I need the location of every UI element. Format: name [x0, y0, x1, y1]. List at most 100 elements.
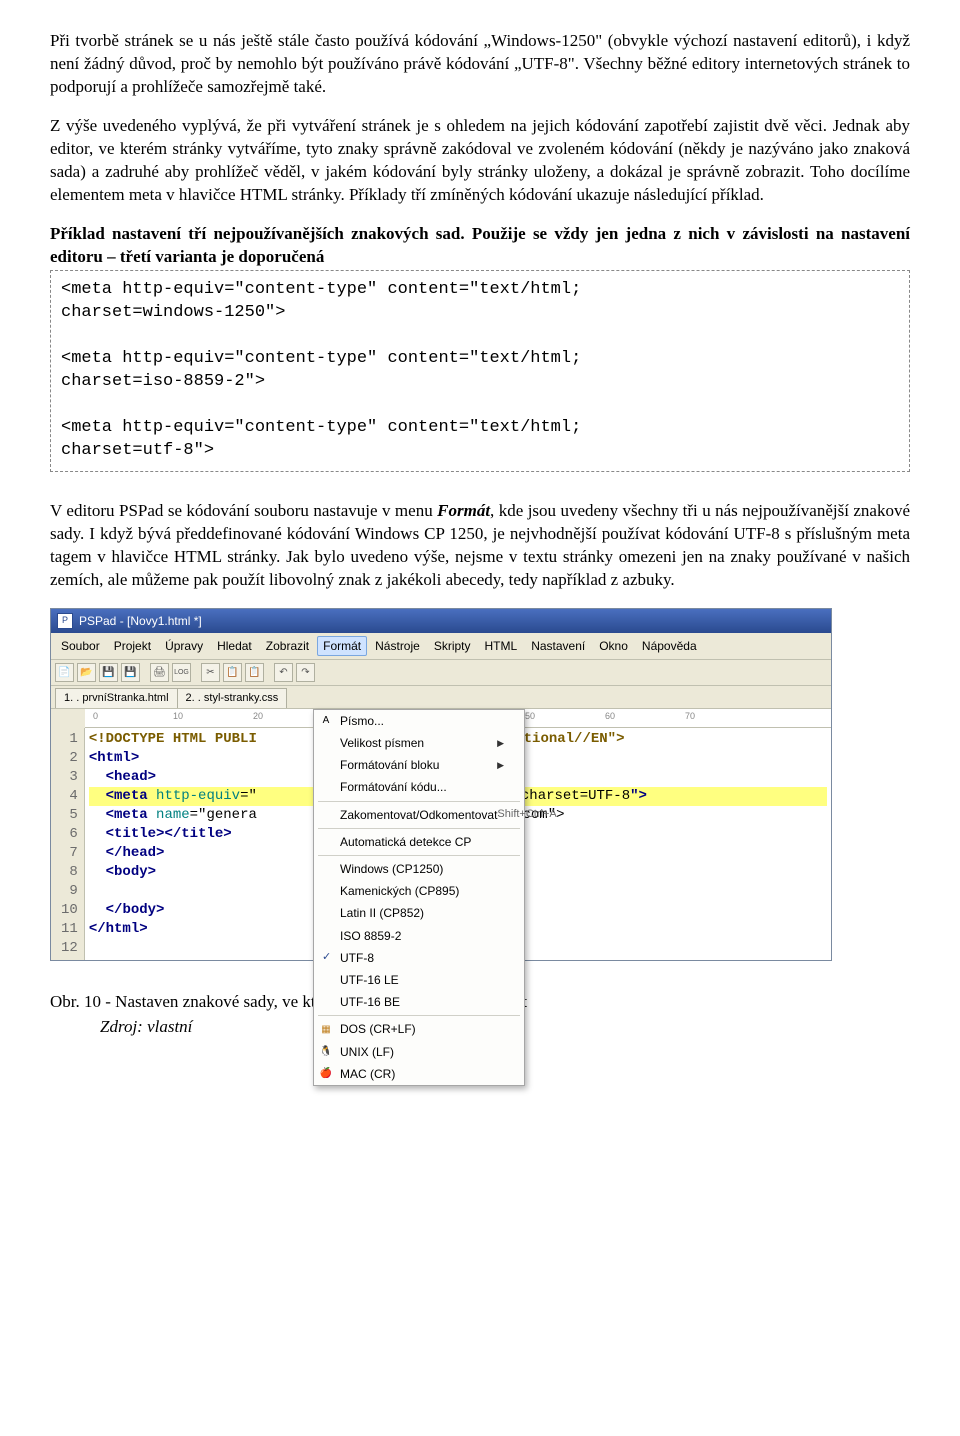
window-title: PSPad - [Novy1.html *] — [79, 613, 202, 629]
l4b: meta — [114, 788, 156, 804]
l7c: > — [156, 845, 164, 861]
paragraph-1: Při tvorbě stránek se u nás ještě stále … — [50, 30, 910, 99]
menu-separator — [318, 855, 520, 856]
paragraph-2: Z výše uvedeného vyplývá, že při vytváře… — [50, 115, 910, 207]
l10b: body — [122, 902, 156, 918]
line-gutter: 123456789101112 — [51, 728, 85, 960]
l3c: > — [148, 769, 156, 785]
tb-log-icon[interactable]: LOG — [172, 663, 191, 682]
para3-b-format: Formát — [437, 501, 490, 520]
menu-bar: Soubor Projekt Úpravy Hledat Zobrazit Fo… — [51, 633, 831, 660]
dd-mac[interactable]: 🍎MAC (CR) — [314, 1063, 524, 1085]
dd-utf16le[interactable]: UTF-16 LE — [314, 969, 524, 991]
dd-comment[interactable]: Zakomentovat/OdkomentovatShift+Ctrl+A — [314, 804, 524, 826]
tb-redo-icon[interactable]: ↷ — [296, 663, 315, 682]
toolbar-1: 📄 📂 💾 💾 🖨 LOG ✂ 📋 📋 ↶ ↷ — [51, 660, 831, 686]
unix-icon: 🐧 — [319, 1045, 333, 1059]
mac-icon: 🍎 — [319, 1067, 333, 1081]
menu-napoveda[interactable]: Nápověda — [636, 636, 703, 656]
paragraph-3: V editoru PSPad se kódování souboru nast… — [50, 500, 910, 592]
dd-cp852[interactable]: Latin II (CP852) — [314, 902, 524, 924]
tb-paste-icon[interactable]: 📋 — [245, 663, 264, 682]
code-block-2: <meta http-equiv="content-type" content=… — [61, 349, 581, 391]
app-icon: P — [57, 613, 73, 629]
submenu-arrow-icon: ▶ — [497, 759, 504, 771]
l4d: =" — [240, 788, 257, 804]
l7a: </ — [106, 845, 123, 861]
l6d: title — [181, 826, 223, 842]
l6e: > — [223, 826, 231, 842]
para3-a: V editoru PSPad se kódování souboru nast… — [50, 501, 437, 520]
menu-projekt[interactable]: Projekt — [108, 636, 157, 656]
menu-upravy[interactable]: Úpravy — [159, 636, 209, 656]
dd-utf8[interactable]: UTF-8 — [314, 947, 524, 969]
menu-zobrazit[interactable]: Zobrazit — [260, 636, 315, 656]
dd-cp1250[interactable]: Windows (CP1250) — [314, 858, 524, 880]
l8b: body — [114, 864, 148, 880]
dos-icon: ▦ — [319, 1022, 333, 1036]
format-dropdown-menu: APísmo... Velikost písmen▶ Formátování b… — [313, 709, 525, 1086]
l5d: ="genera — [190, 807, 257, 823]
l6c: ></ — [156, 826, 181, 842]
file-tab-1[interactable]: 1. . prvníStranka.html — [55, 688, 178, 708]
tb-new-icon[interactable]: 📄 — [55, 663, 74, 682]
menu-format[interactable]: Formát — [317, 636, 367, 656]
menu-soubor[interactable]: Soubor — [55, 636, 106, 656]
l3b: head — [114, 769, 148, 785]
code-block-3: <meta http-equiv="content-type" content=… — [61, 418, 581, 460]
tb-saveall-icon[interactable]: 💾 — [121, 663, 140, 682]
l2b: html — [97, 750, 131, 766]
menu-nastaveni[interactable]: Nastavení — [525, 636, 591, 656]
tb-open-icon[interactable]: 📂 — [77, 663, 96, 682]
file-tab-2[interactable]: 2. . styl-stranky.css — [177, 688, 288, 708]
l5a: < — [106, 807, 114, 823]
dd-unix[interactable]: 🐧UNIX (LF) — [314, 1041, 524, 1063]
menu-nastroje[interactable]: Nástroje — [369, 636, 426, 656]
l10c: > — [156, 902, 164, 918]
l8c: > — [148, 864, 156, 880]
l6a: < — [106, 826, 114, 842]
menu-separator — [318, 801, 520, 802]
file-tabs: 1. . prvníStranka.html 2. . styl-stranky… — [51, 686, 831, 709]
menu-hledat[interactable]: Hledat — [211, 636, 258, 656]
submenu-arrow-icon: ▶ — [497, 737, 504, 749]
l10a: </ — [106, 902, 123, 918]
tb-print-icon[interactable]: 🖨 — [150, 663, 169, 682]
l5b: meta — [114, 807, 156, 823]
l7b: head — [122, 845, 156, 861]
menu-html[interactable]: HTML — [479, 636, 524, 656]
menu-okno[interactable]: Okno — [593, 636, 634, 656]
menu-skripty[interactable]: Skripty — [428, 636, 477, 656]
dd-dos[interactable]: ▦DOS (CR+LF) — [314, 1018, 524, 1040]
dd-velikost[interactable]: Velikost písmen▶ — [314, 732, 524, 754]
tb-undo-icon[interactable]: ↶ — [274, 663, 293, 682]
l1a: <!DOCTYPE HTML PUBLI — [89, 731, 257, 747]
menu-separator — [318, 828, 520, 829]
l4a: < — [106, 788, 114, 804]
code-block-1: <meta http-equiv="content-type" content=… — [61, 280, 581, 322]
l2a: < — [89, 750, 97, 766]
tb-copy-icon[interactable]: 📋 — [223, 663, 242, 682]
code-example-box: <meta http-equiv="content-type" content=… — [50, 270, 910, 472]
dd-formatkodu[interactable]: Formátování kódu... — [314, 776, 524, 798]
pspad-editor-screenshot: P PSPad - [Novy1.html *] Soubor Projekt … — [50, 608, 832, 961]
menu-separator — [318, 1015, 520, 1016]
dd-autodetect[interactable]: Automatická detekce CP — [314, 831, 524, 853]
l5c: name — [156, 807, 190, 823]
l6b: title — [114, 826, 156, 842]
window-titlebar: P PSPad - [Novy1.html *] — [51, 609, 831, 633]
l2c: > — [131, 750, 139, 766]
dd-cp895[interactable]: Kamenických (CP895) — [314, 880, 524, 902]
example-heading: Příklad nastavení tří nejpoužívanějších … — [50, 223, 910, 269]
font-icon: A — [319, 714, 333, 728]
dd-utf16be[interactable]: UTF-16 BE — [314, 991, 524, 1013]
tb-cut-icon[interactable]: ✂ — [201, 663, 220, 682]
tb-save-icon[interactable]: 💾 — [99, 663, 118, 682]
dd-iso8859[interactable]: ISO 8859-2 — [314, 925, 524, 947]
l3a: < — [106, 769, 114, 785]
l8a: < — [106, 864, 114, 880]
dd-pismo[interactable]: APísmo... — [314, 710, 524, 732]
l4f: "> — [630, 788, 647, 804]
dd-formatbloku[interactable]: Formátování bloku▶ — [314, 754, 524, 776]
l4c: http-equiv — [156, 788, 240, 804]
